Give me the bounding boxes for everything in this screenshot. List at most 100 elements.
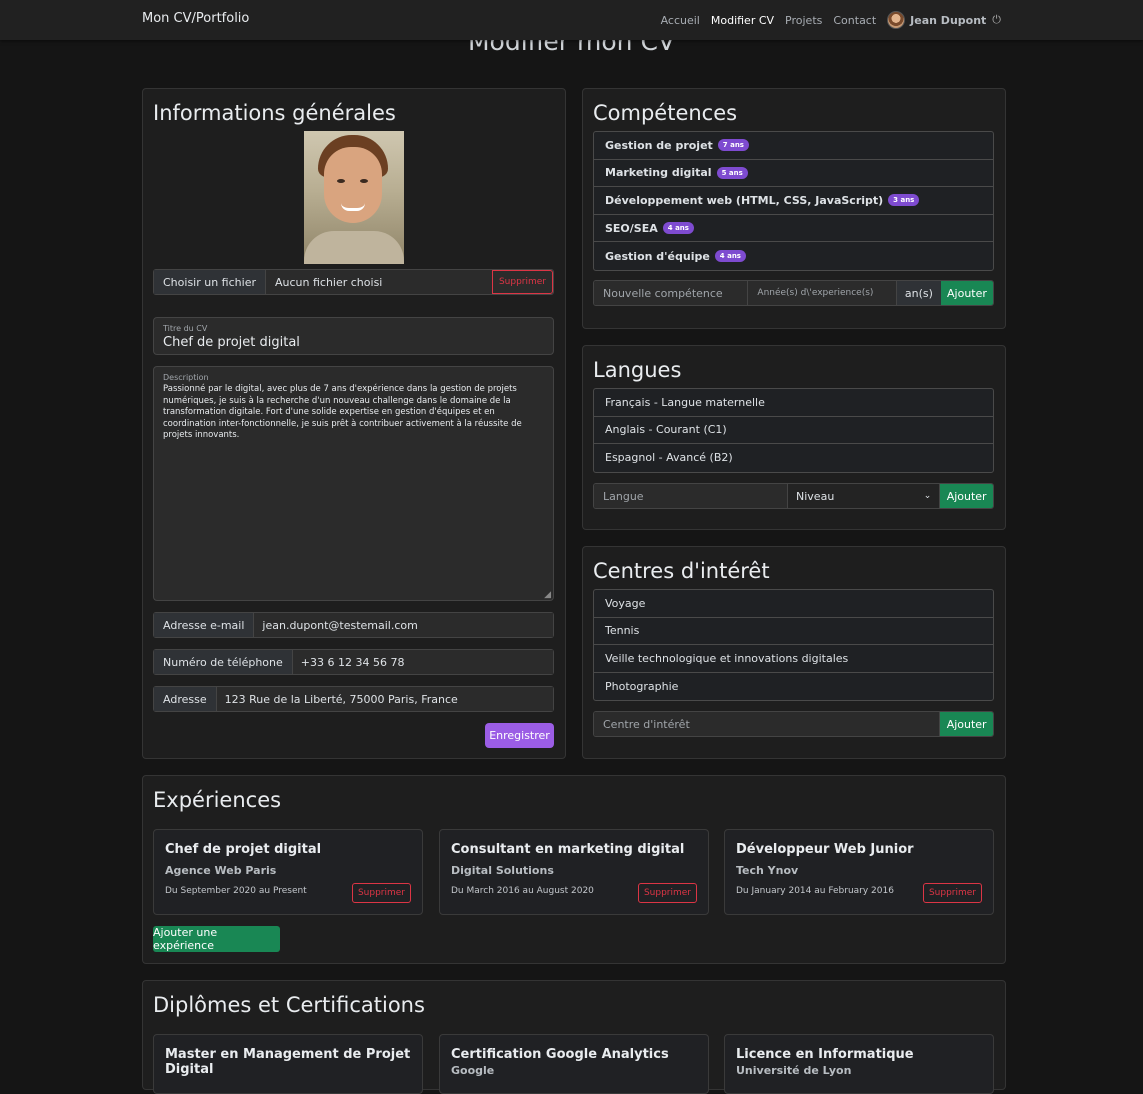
add-skill-row: Nouvelle compétence Année(s) d\'experien… (593, 280, 994, 306)
delete-experience-button[interactable]: Supprimer (922, 883, 982, 903)
nav-link-projets[interactable]: Projets (785, 14, 822, 27)
list-item: SEO/SEA 4 ans (594, 215, 993, 243)
list-item: Gestion de projet 7 ans (594, 132, 993, 160)
list-item: Anglais - Courant (C1) (594, 417, 993, 445)
choose-file-button[interactable]: Choisir un fichier (154, 270, 266, 294)
language-input[interactable]: Langue (594, 484, 789, 508)
experience-dates: Du March 2016 au August 2020 (451, 886, 594, 896)
experience-title: Consultant en marketing digital (451, 842, 685, 857)
list-item: Voyage (594, 590, 993, 618)
description-label: Description (163, 373, 209, 382)
description-field[interactable]: Description Passionné par le digital, av… (153, 366, 554, 601)
nav-link-contact[interactable]: Contact (833, 14, 876, 27)
languages-card: Langues Français - Langue maternelle Ang… (582, 345, 1006, 530)
interests-title: Centres d'intérêt (593, 559, 770, 583)
experience-company: Digital Solutions (451, 864, 554, 877)
save-button[interactable]: Enregistrer (485, 723, 554, 748)
skills-card: Compétences Gestion de projet 7 ans Marke… (582, 88, 1006, 329)
interest-input[interactable]: Centre d'intérêt (594, 712, 941, 736)
cv-title-value[interactable]: Chef de projet digital (163, 335, 300, 350)
logout-icon[interactable]: ⏻ (992, 13, 1001, 27)
email-field[interactable]: Adresse e-mail jean.dupont@testemail.com (153, 612, 554, 638)
diploma-card: Certification Google Analytics Google (439, 1034, 709, 1094)
list-item: Photographie (605, 680, 679, 694)
phone-label: Numéro de téléphone (154, 650, 293, 674)
interests-list: Voyage Tennis Veille technologique et in… (593, 589, 994, 702)
user-avatar[interactable] (887, 11, 906, 29)
years-badge: 3 ans (888, 194, 920, 207)
top-navbar: Mon CV/Portfolio Accueil Modifier CV Pro… (0, 0, 1143, 40)
email-label: Adresse e-mail (154, 613, 255, 637)
languages-title: Langues (593, 358, 682, 382)
email-value[interactable]: jean.dupont@testemail.com (254, 613, 553, 637)
add-interest-button[interactable]: Ajouter (940, 712, 993, 736)
diploma-title: Certification Google Analytics (451, 1047, 669, 1062)
delete-photo-button[interactable]: Supprimer (491, 270, 553, 294)
list-item: Développement web (HTML, CSS, JavaScript… (594, 187, 993, 215)
add-interest-row: Centre d'intérêt Ajouter (593, 711, 994, 737)
experience-dates: Du September 2020 au Present (165, 886, 307, 896)
description-value[interactable]: Passionné par le digital, avec plus de 7… (163, 384, 545, 442)
diploma-org: Université de Lyon (736, 1064, 852, 1077)
phone-value[interactable]: +33 6 12 34 56 78 (292, 650, 553, 674)
years-badge: 7 ans (717, 139, 749, 152)
languages-list: Français - Langue maternelle Anglais - C… (593, 388, 994, 473)
brand-logo[interactable]: Mon CV/Portfolio (142, 11, 249, 26)
cv-title-field[interactable]: Titre du CV Chef de projet digital (153, 317, 554, 355)
list-item: Tennis (594, 618, 993, 646)
address-label: Adresse (154, 687, 217, 711)
general-info-title: Informations générales (153, 101, 396, 125)
experience-card: Consultant en marketing digital Digital … (439, 829, 709, 915)
file-name-label: Aucun fichier choisi (274, 275, 383, 289)
experience-company: Tech Ynov (736, 864, 799, 877)
experience-dates: Du January 2014 au February 2016 (736, 886, 894, 896)
years-badge: 4 ans (714, 250, 746, 263)
years-badge: 5 ans (716, 166, 748, 179)
experience-title: Chef de projet digital (165, 842, 322, 857)
years-unit: an(s) (896, 281, 941, 305)
add-skill-button[interactable]: Ajouter (940, 281, 993, 305)
list-item: Espagnol - Avancé (B2) (605, 451, 733, 465)
add-language-row: Langue Niveau ⌄ Ajouter (593, 483, 994, 509)
diploma-card: Licence en Informatique Université de Ly… (724, 1034, 994, 1094)
nav-link-accueil[interactable]: Accueil (661, 14, 700, 27)
skills-list: Gestion de projet 7 ans Marketing digital… (593, 131, 994, 271)
list-item: Marketing digital 5 ans (594, 160, 993, 188)
user-name[interactable]: Jean Dupont (910, 14, 986, 27)
diploma-title: Licence en Informatique (736, 1047, 914, 1062)
cv-title-label: Titre du CV (163, 324, 208, 333)
chevron-down-icon: ⌄ (923, 491, 932, 501)
list-item: Gestion d'équipe 4 ans (594, 242, 993, 270)
add-language-button[interactable]: Ajouter (940, 484, 993, 508)
new-skill-input[interactable]: Nouvelle compétence (594, 281, 749, 305)
diploma-org: Google (451, 1064, 495, 1077)
interests-card: Centres d'intérêt Voyage Tennis Veille t… (582, 546, 1006, 759)
diplomas-card: Diplômes et Certifications Master en Man… (142, 980, 1006, 1094)
diploma-card: Master en Management de Projet Digital (153, 1034, 423, 1094)
profile-photo (304, 131, 404, 264)
level-select[interactable]: Niveau ⌄ (788, 484, 941, 508)
experience-title: Développeur Web Junior (736, 842, 914, 857)
years-badge: 4 ans (662, 222, 694, 235)
address-field[interactable]: Adresse 123 Rue de la Liberté, 75000 Par… (153, 686, 554, 712)
nav-link-modifier-cv[interactable]: Modifier CV (711, 14, 774, 27)
delete-experience-button[interactable]: Supprimer (351, 883, 411, 903)
resize-handle-icon[interactable]: ◢ (544, 590, 551, 600)
list-item: Français - Langue maternelle (594, 389, 993, 417)
experiences-title: Expériences (153, 788, 282, 812)
experience-company: Agence Web Paris (165, 864, 277, 877)
experiences-card: Expériences Chef de projet digital Agenc… (142, 775, 1006, 964)
add-experience-button[interactable]: Ajouter une expérience (153, 926, 280, 952)
diplomas-title: Diplômes et Certifications (153, 993, 425, 1017)
skills-title: Compétences (593, 101, 738, 125)
experience-card: Chef de projet digital Agence Web Paris … (153, 829, 423, 915)
years-input[interactable]: Année(s) d\'experience(s) (748, 281, 897, 305)
phone-field[interactable]: Numéro de téléphone +33 6 12 34 56 78 (153, 649, 554, 675)
address-value[interactable]: 123 Rue de la Liberté, 75000 Paris, Fran… (216, 687, 553, 711)
delete-experience-button[interactable]: Supprimer (637, 883, 697, 903)
experience-card: Développeur Web Junior Tech Ynov Du Janu… (724, 829, 994, 915)
list-item: Veille technologique et innovations digi… (594, 645, 993, 673)
nav-links: Accueil Modifier CV Projets Contact Jean… (650, 11, 1001, 29)
photo-file-input[interactable]: Choisir un fichier Aucun fichier choisi … (153, 269, 554, 295)
general-info-card: Informations générales Choisir un fichie… (142, 88, 566, 759)
